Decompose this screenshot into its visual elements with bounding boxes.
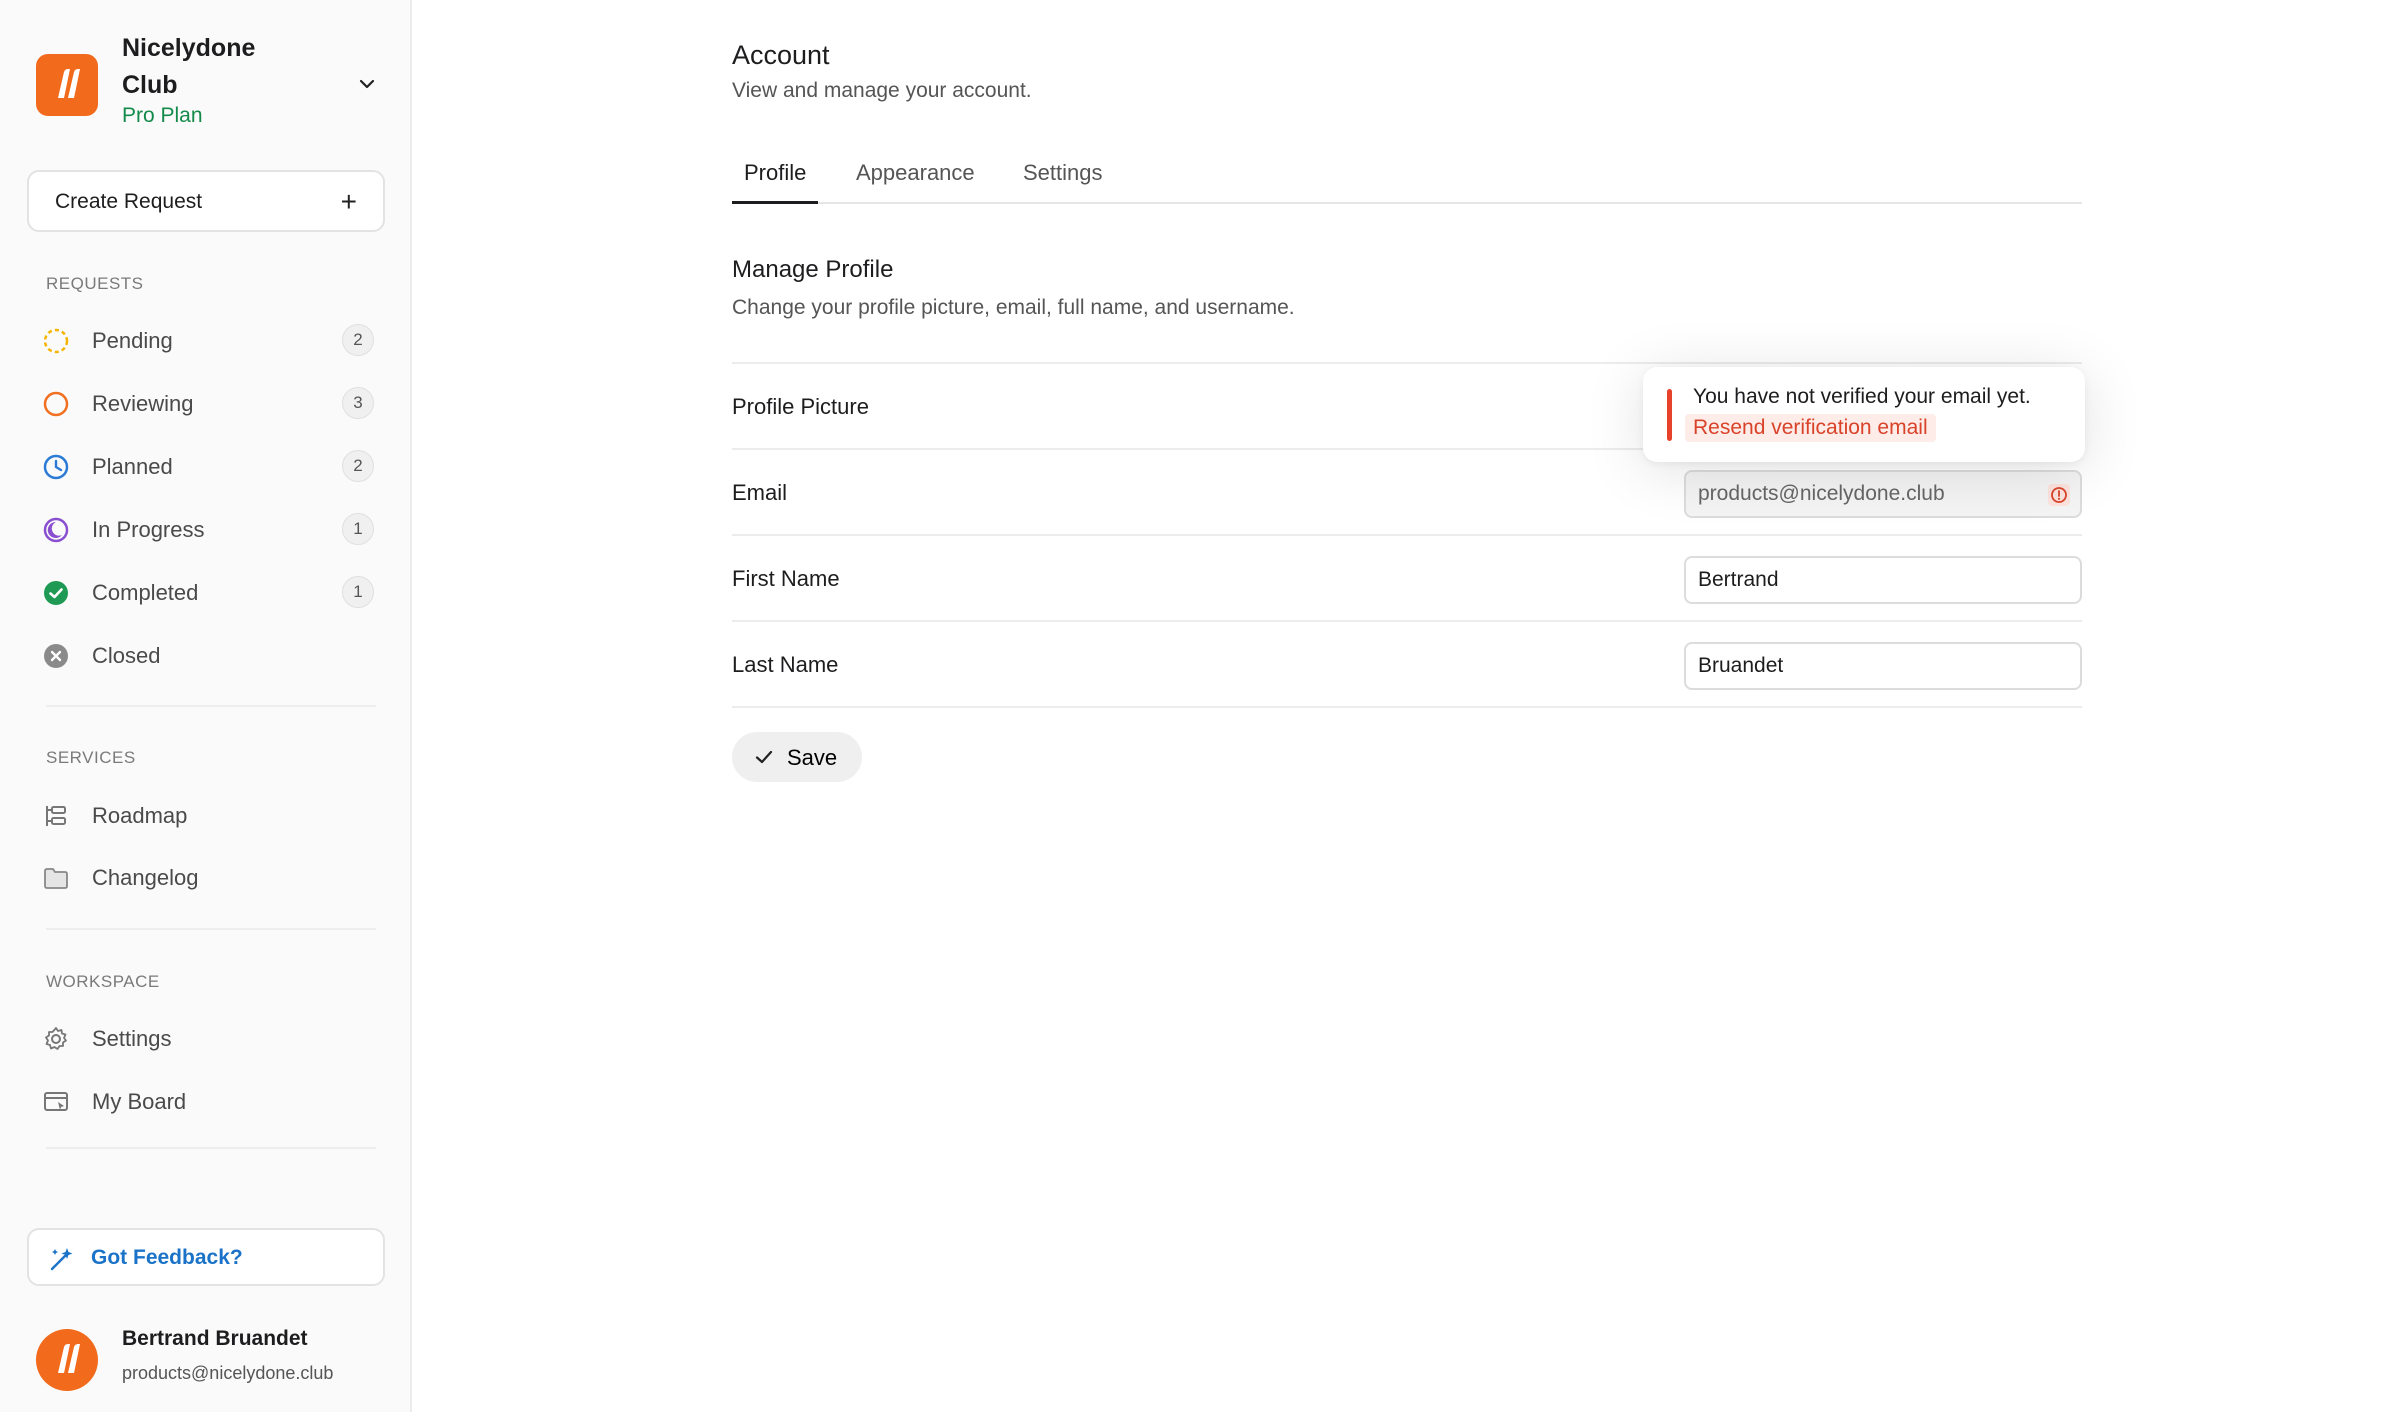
main-content: Account View and manage your account. Pr… [412,0,2400,1412]
count-badge: 2 [342,450,374,482]
alert-circle-icon [2048,484,2070,506]
email-verification-toast: You have not verified your email yet. Re… [1643,367,2085,462]
closed-x-icon [44,644,68,668]
email-label: Email [732,480,788,505]
create-request-label: Create Request [55,190,203,213]
first-name-label: First Name [732,566,840,591]
user-profile[interactable]: Bertrand Bruandet products@nicelydone.cl… [34,1325,394,1395]
nav-label: Settings [92,1026,172,1051]
nav-label: Reviewing [92,391,194,416]
toast-message: You have not verified your email yet. [1693,385,2031,408]
account-tabs: Profile Appearance Settings [732,150,2082,204]
nav-label: Closed [92,643,161,668]
pending-icon [43,328,69,354]
nav-label: My Board [92,1089,187,1114]
got-feedback-button[interactable]: Got Feedback? [27,1228,385,1286]
nav-item-roadmap[interactable]: Roadmap [30,789,380,841]
nav-label: Changelog [92,865,199,890]
count-badge: 1 [342,513,374,545]
toast-accent-bar [1667,389,1672,441]
save-button[interactable]: Save [732,732,862,782]
changelog-folder-icon [44,868,68,889]
sidebar-divider [46,1147,376,1149]
tab-profile[interactable]: Profile [732,160,819,204]
nav-item-in-progress[interactable]: In Progress 1 [30,503,380,555]
nav-item-pending[interactable]: Pending 2 [30,314,380,366]
section-description: Change your profile picture, email, full… [732,296,1295,319]
count-badge: 3 [342,387,374,419]
profile-picture-label: Profile Picture [732,394,869,419]
in-progress-icon [43,517,69,543]
count-badge: 1 [342,576,374,608]
nav-item-planned[interactable]: Planned 2 [30,440,380,492]
nav-item-settings[interactable]: Settings [30,1012,380,1064]
nav-item-reviewing[interactable]: Reviewing 3 [30,377,380,429]
completed-check-icon [44,581,68,605]
sidebar-divider [46,705,376,707]
page-subtitle: View and manage your account. [732,79,1032,102]
avatar [36,1329,98,1391]
sidebar-divider [46,928,376,930]
last-name-label: Last Name [732,652,839,677]
workspace-switcher[interactable]: Nicelydone Club Pro Plan [34,30,379,140]
plus-icon: + [340,186,357,217]
nav-label: Planned [92,454,173,479]
workspace-plan: Pro Plan [122,104,203,127]
first-name-row: First Name [732,534,2082,620]
nav-item-closed[interactable]: Closed [30,629,380,681]
nav-item-my-board[interactable]: My Board [30,1075,380,1127]
roadmap-icon [46,806,66,826]
nav-label: Completed [92,580,199,605]
save-label: Save [787,745,838,770]
first-name-field[interactable] [1684,556,2082,604]
last-name-row: Last Name [732,620,2082,706]
requests-section-title: REQUESTS [46,274,144,293]
check-icon [755,750,773,764]
form-divider [732,706,2082,708]
tab-appearance[interactable]: Appearance [856,160,975,204]
workspace-section-title: WORKSPACE [46,972,160,991]
workspace-name: Nicelydone Club [122,34,256,99]
feedback-wand-icon [50,1248,73,1271]
nav-item-changelog[interactable]: Changelog [30,851,380,903]
sidebar: Nicelydone Club Pro Plan Create Request … [0,0,412,1412]
chevron-down-icon [359,79,375,89]
workspace-logo [36,54,98,116]
nav-item-completed[interactable]: Completed 1 [30,566,380,618]
resend-verification-link[interactable]: Resend verification email [1685,414,1936,442]
tab-settings[interactable]: Settings [1023,160,1103,204]
user-name: Bertrand Bruandet [122,1327,308,1350]
nav-label: Roadmap [92,803,188,828]
user-email: products@nicelydone.club [122,1363,334,1383]
page-title: Account [732,40,830,70]
count-badge: 2 [342,324,374,356]
board-icon [44,1092,68,1111]
planned-clock-icon [43,454,69,480]
gear-icon [45,1027,67,1050]
nav-label: In Progress [92,517,205,542]
services-section-title: SERVICES [46,748,136,767]
last-name-field[interactable] [1684,642,2082,690]
create-request-button[interactable]: Create Request + [27,170,385,232]
email-field[interactable] [1684,470,2082,518]
section-title: Manage Profile [732,256,894,283]
nav-label: Pending [92,328,173,353]
reviewing-icon [43,391,69,417]
got-feedback-label: Got Feedback? [91,1246,243,1269]
